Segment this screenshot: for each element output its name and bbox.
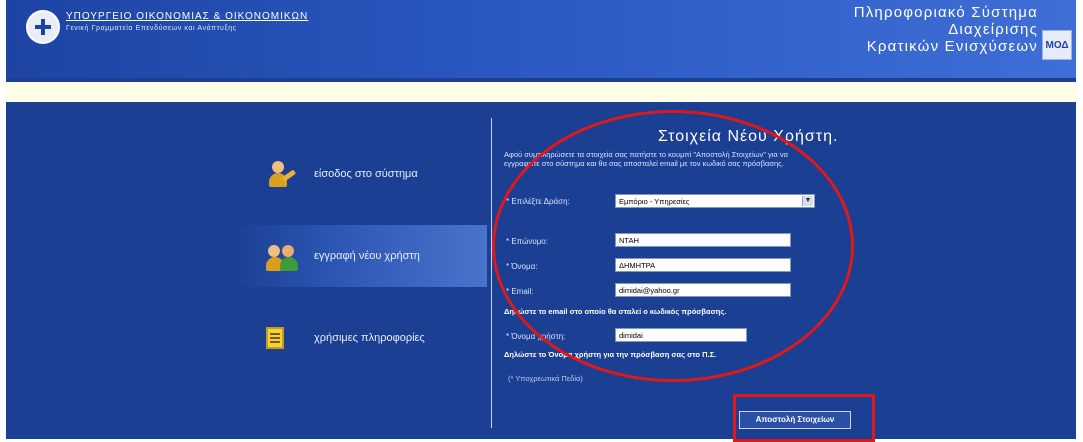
menu-item-label: είσοδος στο σύστημα [314, 168, 418, 180]
surname-field[interactable]: ΝΤΑΗ [615, 233, 791, 247]
system-title-line1: Πληροφοριακό Σύστημα [853, 4, 1038, 21]
name-field[interactable]: ΔΗΜΗΤΡΑ [615, 258, 791, 272]
menu-item-register[interactable]: εγγραφή νέου χρήστη [231, 225, 487, 287]
page-frame: ΥΠΟΥΡΓΕΙΟ ΟΙΚΟΝΟΜΙΑΣ & ΟΙΚΟΝΟΜΙΚΩΝ Γενικ… [6, 0, 1076, 442]
menu-item-login[interactable]: είσοδος στο σύστημα [266, 154, 466, 194]
username-field[interactable]: dimidai [615, 328, 747, 342]
ministry-name: ΥΠΟΥΡΓΕΙΟ ΟΙΚΟΝΟΜΙΑΣ & ΟΙΚΟΝΟΜΙΚΩΝ [66, 11, 309, 22]
menu-item-label: εγγραφή νέου χρήστη [314, 250, 420, 262]
system-title-line3: Κρατικών Ενισχύσεων [866, 38, 1038, 55]
system-title: Πληροφοριακό Σύστημα Διαχείρισης Κρατικώ… [854, 4, 1038, 55]
role-select[interactable]: Εμπόριο - Υπηρεσίες ▼ [615, 194, 815, 208]
divider [491, 118, 492, 428]
form-title: Στοιχεία Νέου Χρήστη. [658, 128, 839, 145]
menu-item-info[interactable]: χρήσιμες πληροφορίες [266, 318, 466, 358]
email-label: * Email: [506, 287, 534, 296]
role-label: * Επιλέξτε Δράση: [506, 197, 570, 206]
email-field[interactable]: dimidai@yahoo.gr [615, 283, 791, 297]
submit-button[interactable]: Αποστολή Στοιχείων [739, 411, 851, 429]
surname-label: * Επώνυμο: [506, 237, 548, 246]
users-icon [266, 241, 300, 271]
notice-band [6, 82, 1076, 102]
user-key-icon [266, 159, 300, 189]
role-select-value: Εμπόριο - Υπηρεσίες [619, 197, 690, 206]
name-label: * Όνομα: [506, 262, 538, 271]
menu-item-label: χρήσιμες πληροφορίες [314, 332, 425, 344]
username-note: Δηλώστε το Όνομα χρήστη για την πρόσβαση… [504, 350, 717, 359]
username-label: * Όνομα χρήστη: [506, 332, 566, 341]
header: ΥΠΟΥΡΓΕΙΟ ΟΙΚΟΝΟΜΙΑΣ & ΟΙΚΟΝΟΜΙΚΩΝ Γενικ… [6, 0, 1076, 78]
chevron-down-icon[interactable]: ▼ [802, 196, 813, 206]
system-title-line2: Διαχείρισης [948, 21, 1038, 38]
note-icon [266, 327, 284, 349]
cross-icon [35, 19, 51, 35]
ministry-subtitle: Γενική Γραμματεία Επενδύσεων και Ανάπτυξ… [66, 25, 237, 32]
email-note: Δηλώστε το email στο οποίο θα σταλεί ο κ… [504, 307, 727, 316]
form-intro: Αφού συμπληρώσετε τα στοιχεία σας πατήστ… [504, 150, 788, 168]
mandatory-note: (* Υποχρεωτικά Πεδία) [508, 374, 583, 383]
moa-logo: ΜΟΔ [1042, 30, 1072, 60]
ministry-logo [26, 10, 60, 44]
